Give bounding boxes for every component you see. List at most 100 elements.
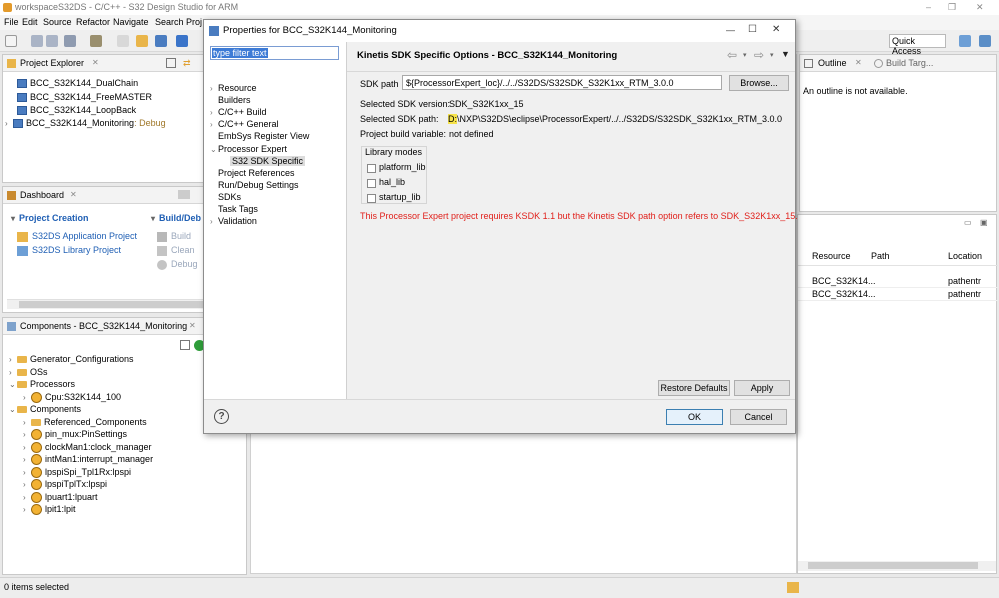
collapsed-icon[interactable]: ›: [23, 430, 31, 439]
list-item[interactable]: › BCC_S32K144_Monitoring: Debug: [5, 118, 166, 129]
menu-source[interactable]: Source: [43, 17, 72, 27]
list-item[interactable]: ⌄ Components: [9, 404, 81, 414]
collapsed-icon[interactable]: ›: [23, 480, 31, 489]
expanded-icon[interactable]: ⌄: [210, 145, 218, 154]
skip-breakpoints-icon[interactable]: [176, 35, 188, 47]
platform-lib-label[interactable]: platform_lib: [379, 162, 426, 172]
s32ds-application-project-link[interactable]: S32DS Application Project: [17, 231, 137, 242]
menu-edit[interactable]: Edit: [22, 17, 38, 27]
startup-lib-label[interactable]: startup_lib: [379, 192, 421, 202]
restore-defaults-button[interactable]: Restore Defaults: [658, 380, 730, 396]
collapsed-icon[interactable]: ›: [23, 505, 31, 514]
collapsed-icon[interactable]: ›: [9, 368, 17, 377]
save-all-icon[interactable]: [46, 35, 58, 47]
close-tab-icon[interactable]: ✕: [92, 58, 99, 67]
table-row[interactable]: BCC_S32K14... pathentr: [798, 288, 998, 301]
browse-button[interactable]: Browse...: [729, 75, 789, 91]
nav-item[interactable]: Project References: [210, 168, 295, 178]
close-tab-icon[interactable]: ✕: [70, 190, 77, 199]
nav-item[interactable]: EmbSys Register View: [210, 131, 309, 141]
help-icon[interactable]: ?: [214, 409, 229, 424]
menu-search[interactable]: Search: [155, 17, 184, 27]
column-header-location[interactable]: Location: [948, 251, 982, 261]
binary-icon[interactable]: [117, 35, 129, 47]
status-tray-icon[interactable]: [787, 582, 799, 593]
nav-item[interactable]: S32 SDK Specific: [222, 155, 306, 166]
list-item[interactable]: › lpspiTplTx:lpspi: [23, 479, 107, 491]
expanded-icon[interactable]: ⌄: [9, 405, 17, 414]
open-type-icon[interactable]: [155, 35, 167, 47]
cancel-button[interactable]: Cancel: [730, 409, 787, 425]
ok-button[interactable]: OK: [666, 409, 723, 425]
scroll-thumb[interactable]: [19, 301, 209, 308]
build-targets-tab[interactable]: Build Targ...: [886, 58, 933, 68]
nav-item[interactable]: ⌄Processor Expert: [210, 144, 287, 154]
filter-input[interactable]: type filter text: [210, 46, 339, 60]
list-item[interactable]: › intMan1:interrupt_manager: [23, 454, 153, 466]
collapsed-icon[interactable]: ›: [23, 393, 31, 402]
list-item[interactable]: › lpspiSpi_Tpl1Rx:lpspi: [23, 467, 131, 478]
platform-lib-checkbox[interactable]: [367, 164, 376, 173]
dashboard-menu-icon[interactable]: [178, 190, 190, 199]
build-icon[interactable]: [90, 35, 102, 47]
menu-refactor[interactable]: Refactor: [76, 17, 110, 27]
build-link[interactable]: Build: [157, 231, 191, 242]
close-tab-icon[interactable]: ✕: [189, 321, 196, 330]
list-item[interactable]: › clockMan1:clock_manager: [23, 442, 152, 453]
collapsed-icon[interactable]: ›: [23, 493, 31, 502]
list-item[interactable]: › Cpu:S32K144_100: [23, 392, 121, 403]
problems-hscrollbar[interactable]: [798, 561, 996, 571]
nav-item[interactable]: › C/C++ General: [210, 119, 279, 129]
link-editor-icon[interactable]: ⇄: [183, 58, 191, 69]
maximize-icon[interactable]: ☐: [748, 24, 757, 35]
collapsed-icon[interactable]: ›: [9, 355, 17, 364]
nav-item[interactable]: Builders: [210, 95, 251, 105]
collapsed-icon[interactable]: ›: [210, 217, 218, 226]
collapsed-icon[interactable]: ›: [210, 84, 218, 93]
hal-lib-label[interactable]: hal_lib: [379, 177, 405, 187]
collapsed-icon[interactable]: ›: [210, 108, 218, 117]
minimize-view-icon[interactable]: ▭: [964, 218, 972, 227]
hal-lib-checkbox[interactable]: [367, 179, 376, 188]
expanded-icon[interactable]: ⌄: [9, 380, 17, 389]
perspective-icon[interactable]: [959, 35, 971, 47]
outline-tab[interactable]: Outline: [818, 58, 847, 68]
nav-item[interactable]: Run/Debug Settings: [210, 180, 299, 190]
startup-lib-checkbox[interactable]: [367, 194, 376, 203]
menu-file[interactable]: File: [4, 17, 19, 27]
minimize-icon[interactable]: –: [926, 2, 931, 12]
collapsed-icon[interactable]: ›: [23, 455, 31, 464]
cpp-perspective-icon[interactable]: [979, 35, 991, 47]
nav-item[interactable]: › Resource: [210, 83, 257, 93]
column-header-path[interactable]: Path: [871, 251, 890, 261]
column-header-resource[interactable]: Resource: [812, 251, 851, 261]
nav-item[interactable]: › Validation: [210, 216, 257, 226]
collapsed-icon[interactable]: ›: [23, 468, 31, 477]
collapse-all-icon[interactable]: [166, 58, 176, 68]
save-icon[interactable]: [31, 35, 43, 47]
nav-item[interactable]: SDKs: [210, 192, 241, 202]
debug-link[interactable]: Debug: [157, 259, 198, 270]
collapsed-icon[interactable]: ›: [23, 418, 31, 427]
collapsed-icon[interactable]: ›: [210, 120, 218, 129]
collapsed-icon[interactable]: ›: [23, 443, 31, 452]
list-item[interactable]: › Referenced_Components: [23, 417, 147, 427]
table-row[interactable]: BCC_S32K14... pathentr: [798, 275, 998, 288]
s32ds-library-project-link[interactable]: S32DS Library Project: [17, 245, 121, 256]
list-item[interactable]: › lpit1:lpit: [23, 504, 76, 516]
close-icon[interactable]: ✕: [976, 2, 984, 13]
properties-icon[interactable]: [64, 35, 76, 47]
dialog-titlebar[interactable]: Properties for BCC_S32K144_Monitoring — …: [204, 20, 795, 42]
list-item[interactable]: › OSs: [9, 367, 48, 377]
apply-button[interactable]: Apply: [734, 380, 790, 396]
new-project-icon[interactable]: [136, 35, 148, 47]
maximize-view-icon[interactable]: ▣: [980, 218, 988, 227]
list-item[interactable]: ⌄ Processors: [9, 379, 75, 389]
close-icon[interactable]: ✕: [772, 24, 780, 35]
clean-link[interactable]: Clean: [157, 245, 195, 256]
list-item[interactable]: BCC_S32K144_FreeMASTER: [9, 92, 152, 103]
collapse-all-icon[interactable]: [180, 340, 190, 350]
quick-access-field[interactable]: Quick Access: [889, 34, 946, 56]
back-arrow-icon[interactable]: ⇦: [727, 48, 737, 62]
view-menu-icon[interactable]: ▼: [781, 49, 790, 59]
